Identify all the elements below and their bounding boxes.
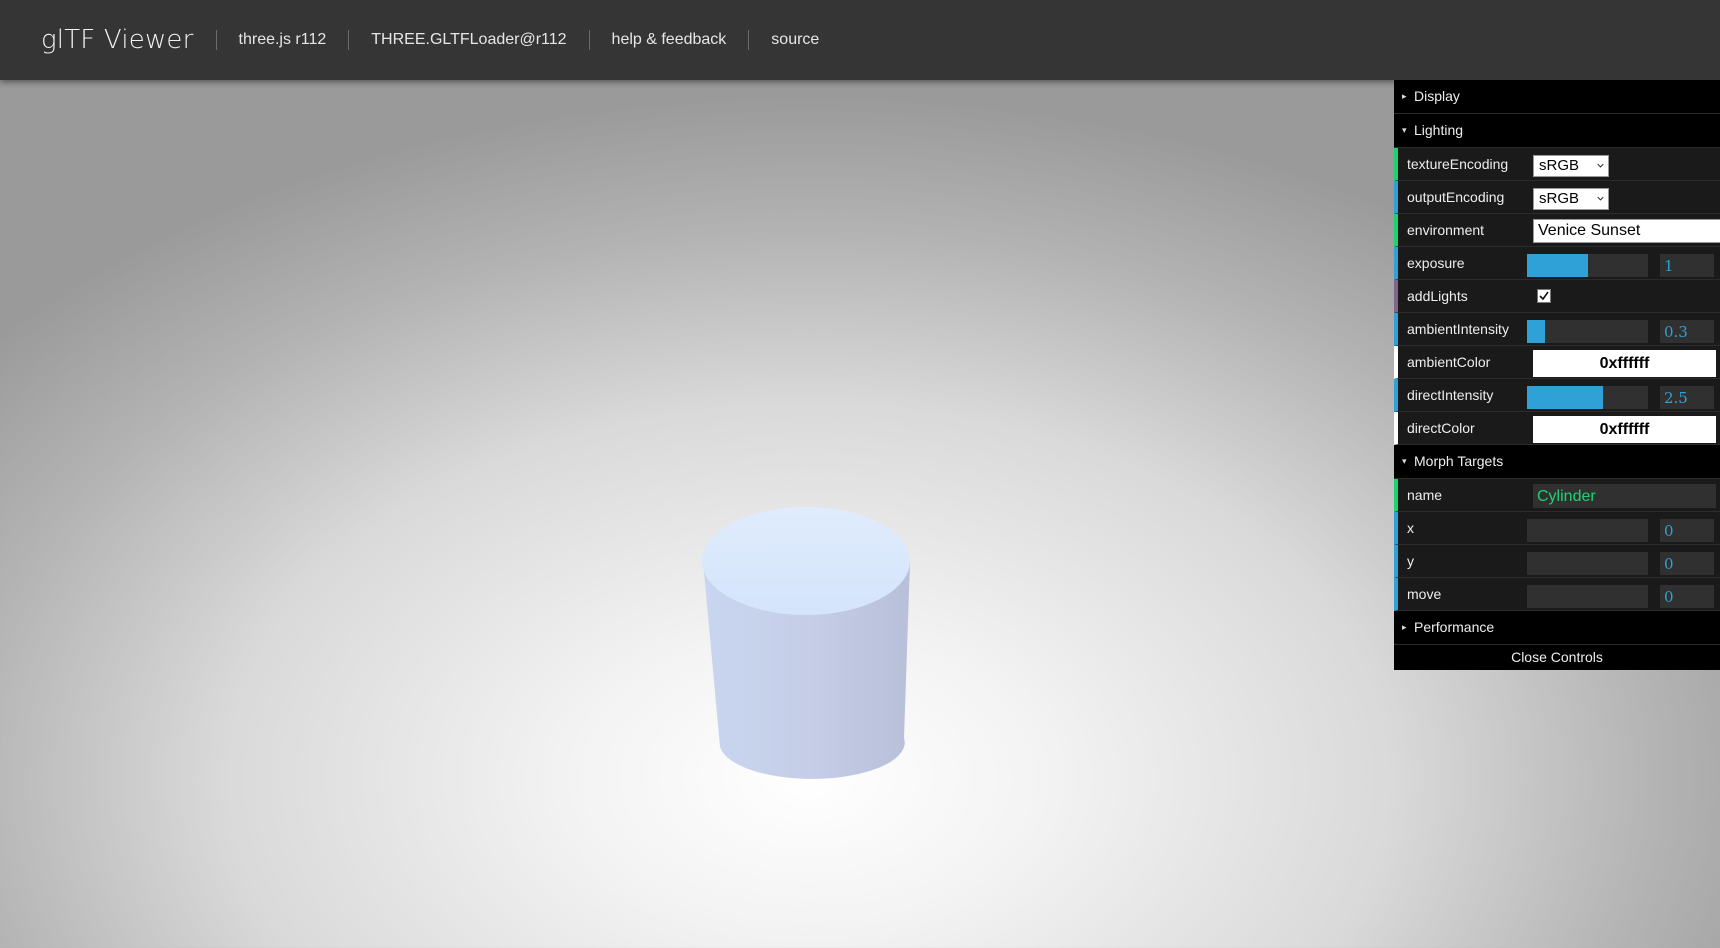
exposure-slider[interactable] — [1527, 254, 1648, 277]
morph-move-row: move 0 — [1394, 578, 1720, 611]
environment-row: environment Venice Sunset — [1394, 214, 1720, 247]
morph-x-input[interactable]: 0 — [1660, 519, 1714, 542]
ambient-intensity-label: ambientIntensity — [1407, 321, 1509, 337]
direct-intensity-slider-fill — [1527, 386, 1603, 409]
texture-encoding-select[interactable]: sRGB — [1533, 155, 1609, 177]
chevron-down-icon — [1597, 163, 1604, 168]
chevron-down-icon — [1597, 196, 1604, 201]
controls-panel: ▸ Display ▾ Lighting textureEncoding sRG… — [1394, 80, 1720, 670]
caret-down-icon: ▾ — [1402, 456, 1407, 466]
folder-display-title: Display — [1414, 88, 1460, 104]
caret-down-icon: ▾ — [1402, 125, 1407, 135]
direct-intensity-label: directIntensity — [1407, 387, 1494, 403]
folder-morph-targets[interactable]: ▾ Morph Targets — [1394, 445, 1720, 479]
morph-move-input[interactable]: 0 — [1660, 585, 1714, 608]
nav-divider — [215, 30, 217, 50]
ambient-intensity-input[interactable]: 0.3 — [1660, 320, 1714, 343]
folder-lighting[interactable]: ▾ Lighting — [1394, 114, 1720, 148]
threejs-version-link[interactable]: three.js r112 — [239, 31, 327, 49]
exposure-label: exposure — [1407, 255, 1465, 271]
help-feedback-link[interactable]: help & feedback — [612, 31, 727, 49]
exposure-input[interactable]: 1 — [1660, 254, 1714, 277]
caret-right-icon: ▸ — [1402, 622, 1407, 632]
nav-divider — [348, 30, 350, 50]
checkmark-icon — [1539, 291, 1549, 301]
ambient-intensity-slider-fill — [1527, 320, 1546, 343]
morph-x-slider[interactable] — [1527, 519, 1648, 542]
environment-select[interactable]: Venice Sunset — [1533, 219, 1720, 243]
morph-y-slider[interactable] — [1527, 552, 1648, 575]
nav-divider — [748, 30, 750, 50]
direct-intensity-row: directIntensity 2.5 — [1394, 379, 1720, 412]
texture-encoding-label: textureEncoding — [1407, 156, 1509, 172]
morph-x-row: x 0 — [1394, 512, 1720, 545]
output-encoding-select[interactable]: sRGB — [1533, 188, 1609, 210]
texture-encoding-value: sRGB — [1539, 157, 1580, 174]
morph-x-label: x — [1407, 520, 1414, 536]
ambient-intensity-row: ambientIntensity 0.3 — [1394, 313, 1720, 346]
close-controls-button[interactable]: Close Controls — [1394, 645, 1720, 670]
app-header: glTF Viewer three.js r112 THREE.GLTFLoad… — [0, 0, 1720, 80]
ambient-color-picker[interactable]: 0xffffff — [1533, 350, 1716, 377]
add-lights-label: addLights — [1407, 288, 1468, 304]
output-encoding-value: sRGB — [1539, 190, 1580, 207]
add-lights-row: addLights — [1394, 280, 1720, 313]
morph-name-value: Cylinder — [1533, 484, 1716, 508]
morph-y-row: y 0 — [1394, 545, 1720, 578]
direct-color-row: directColor 0xffffff — [1394, 412, 1720, 445]
environment-label: environment — [1407, 222, 1485, 238]
morph-y-label: y — [1407, 553, 1414, 569]
nav-divider — [588, 30, 590, 50]
output-encoding-row: outputEncoding sRGB — [1394, 181, 1720, 214]
morph-name-row: name Cylinder — [1394, 479, 1720, 512]
folder-display[interactable]: ▸ Display — [1394, 80, 1720, 114]
morph-y-input[interactable]: 0 — [1660, 552, 1714, 575]
morph-name-label: name — [1407, 487, 1443, 503]
morph-move-label: move — [1407, 586, 1442, 602]
gltfloader-link[interactable]: THREE.GLTFLoader@r112 — [371, 31, 566, 49]
folder-lighting-title: Lighting — [1414, 122, 1464, 138]
ambient-color-label: ambientColor — [1407, 354, 1491, 370]
source-link[interactable]: source — [771, 31, 819, 49]
direct-intensity-input[interactable]: 2.5 — [1660, 386, 1714, 409]
cylinder-top — [702, 507, 910, 615]
folder-performance[interactable]: ▸ Performance — [1394, 611, 1720, 645]
output-encoding-label: outputEncoding — [1407, 189, 1505, 205]
direct-color-label: directColor — [1407, 420, 1475, 436]
texture-encoding-row: textureEncoding sRGB — [1394, 148, 1720, 181]
morph-move-slider[interactable] — [1527, 585, 1648, 608]
direct-color-picker[interactable]: 0xffffff — [1533, 416, 1716, 443]
ambient-color-row: ambientColor 0xffffff — [1394, 346, 1720, 379]
app-title: glTF Viewer — [41, 25, 194, 55]
exposure-row: exposure 1 — [1394, 247, 1720, 280]
folder-performance-title: Performance — [1414, 619, 1495, 635]
add-lights-checkbox[interactable] — [1537, 289, 1551, 303]
direct-intensity-slider[interactable] — [1527, 386, 1648, 409]
ambient-intensity-slider[interactable] — [1527, 320, 1648, 343]
exposure-slider-fill — [1527, 254, 1588, 277]
caret-right-icon: ▸ — [1402, 91, 1407, 101]
folder-morph-targets-title: Morph Targets — [1414, 453, 1504, 469]
